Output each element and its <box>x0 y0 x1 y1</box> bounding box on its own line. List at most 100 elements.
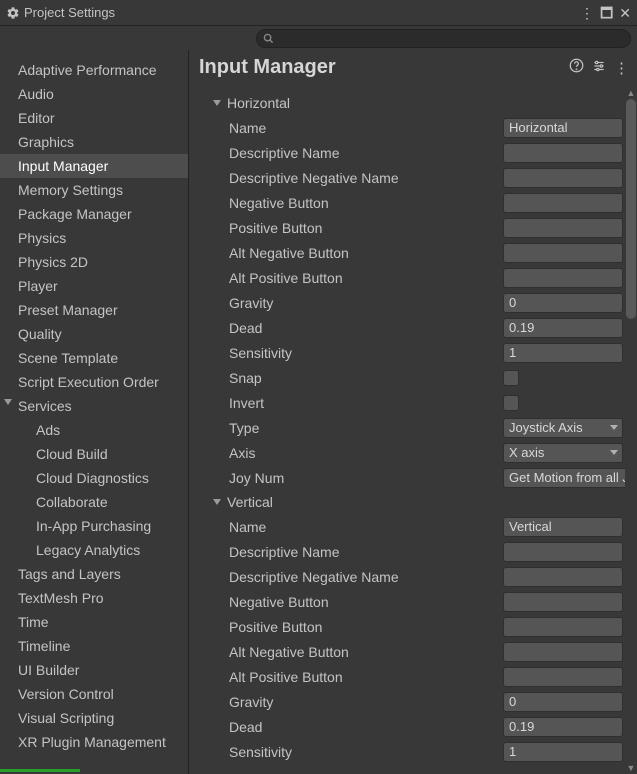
name-field[interactable] <box>503 118 623 138</box>
collapse-icon <box>213 499 221 505</box>
positive-button-field[interactable] <box>503 617 623 637</box>
sidebar-item-in-app-purchasing[interactable]: In-App Purchasing <box>0 514 188 538</box>
sidebar-item-label: TextMesh Pro <box>18 590 104 606</box>
sidebar-item-label: Tags and Layers <box>18 566 121 582</box>
sidebar-item-version-control[interactable]: Version Control <box>0 682 188 706</box>
sidebar-item-memory-settings[interactable]: Memory Settings <box>0 178 188 202</box>
scroll-down-icon[interactable]: ▼ <box>625 762 637 774</box>
sensitivity-field[interactable] <box>503 343 623 363</box>
sidebar-item-cloud-diagnostics[interactable]: Cloud Diagnostics <box>0 466 188 490</box>
sidebar-item-label: Version Control <box>18 686 114 702</box>
sidebar-item-label: UI Builder <box>18 662 79 678</box>
prop-label: Name <box>229 120 503 136</box>
sidebar-item-preset-manager[interactable]: Preset Manager <box>0 298 188 322</box>
sidebar-item-label: Editor <box>18 110 55 126</box>
prop-label: Snap <box>229 370 503 386</box>
maximize-icon[interactable]: 🗖 <box>600 6 613 20</box>
joynum-dropdown[interactable]: Get Motion from all Joysticks <box>503 468 637 488</box>
alt-negative-button-field[interactable] <box>503 642 623 662</box>
sidebar-item-label: In-App Purchasing <box>36 518 151 534</box>
sidebar-item-label: Time <box>18 614 49 630</box>
gravity-field[interactable] <box>503 293 623 313</box>
sidebar-item-editor[interactable]: Editor <box>0 106 188 130</box>
help-icon[interactable] <box>569 58 584 77</box>
axis-header-horizontal[interactable]: Horizontal <box>189 91 637 115</box>
invert-checkbox[interactable] <box>503 395 519 411</box>
positive-button-field[interactable] <box>503 218 623 238</box>
dead-field[interactable] <box>503 318 623 338</box>
sidebar-item-physics[interactable]: Physics <box>0 226 188 250</box>
kebab-icon[interactable]: ⋮ <box>580 6 594 20</box>
vertical-scrollbar[interactable]: ▲ ▼ <box>625 87 637 774</box>
name-field[interactable] <box>503 517 623 537</box>
prop-label: Alt Positive Button <box>229 669 503 685</box>
sidebar-item-script-execution-order[interactable]: Script Execution Order <box>0 370 188 394</box>
sidebar-item-ads[interactable]: Ads <box>0 418 188 442</box>
prop-label: Negative Button <box>229 195 503 211</box>
prop-label: Name <box>229 519 503 535</box>
sidebar-item-tags-and-layers[interactable]: Tags and Layers <box>0 562 188 586</box>
descriptive-negative-name-field[interactable] <box>503 168 623 188</box>
sidebar-item-label: Cloud Diagnostics <box>36 470 149 486</box>
descriptive-name-field[interactable] <box>503 542 623 562</box>
prop-label: Alt Negative Button <box>229 245 503 261</box>
preset-icon[interactable] <box>592 59 606 77</box>
sidebar-item-scene-template[interactable]: Scene Template <box>0 346 188 370</box>
sidebar-item-timeline[interactable]: Timeline <box>0 634 188 658</box>
sidebar-item-label: Adaptive Performance <box>18 62 157 78</box>
prop-label: Invert <box>229 395 503 411</box>
sidebar-item-label: Quality <box>18 326 62 342</box>
sidebar-item-audio[interactable]: Audio <box>0 82 188 106</box>
sidebar-item-time[interactable]: Time <box>0 610 188 634</box>
prop-label: Dead <box>229 320 503 336</box>
sidebar-item-label: Script Execution Order <box>18 374 159 390</box>
prop-label: Descriptive Negative Name <box>229 170 503 186</box>
chevron-down-icon <box>4 399 12 405</box>
scroll-up-icon[interactable]: ▲ <box>625 87 637 99</box>
sensitivity-field[interactable] <box>503 742 623 762</box>
sidebar-item-legacy-analytics[interactable]: Legacy Analytics <box>0 538 188 562</box>
dead-field[interactable] <box>503 717 623 737</box>
sidebar-item-physics-2d[interactable]: Physics 2D <box>0 250 188 274</box>
menu-icon[interactable]: ⋮ <box>614 59 629 77</box>
sidebar-item-xr-plugin-management[interactable]: XR Plugin Management <box>0 730 188 754</box>
sidebar-item-visual-scripting[interactable]: Visual Scripting <box>0 706 188 730</box>
axis-dropdown[interactable]: X axis <box>503 443 623 463</box>
negative-button-field[interactable] <box>503 193 623 213</box>
sidebar-item-cloud-build[interactable]: Cloud Build <box>0 442 188 466</box>
close-icon[interactable]: ✕ <box>619 6 631 20</box>
type-dropdown[interactable]: Joystick Axis <box>503 418 623 438</box>
sidebar-item-label: Ads <box>36 422 60 438</box>
sidebar-item-textmesh-pro[interactable]: TextMesh Pro <box>0 586 188 610</box>
descriptive-name-field[interactable] <box>503 143 623 163</box>
content-panel: Input Manager ⋮ Mouse ScrollWheel Horiz <box>189 50 637 774</box>
sidebar-item-collaborate[interactable]: Collaborate <box>0 490 188 514</box>
sidebar-item-quality[interactable]: Quality <box>0 322 188 346</box>
snap-checkbox[interactable] <box>503 370 519 386</box>
sidebar-item-ui-builder[interactable]: UI Builder <box>0 658 188 682</box>
sidebar-item-player[interactable]: Player <box>0 274 188 298</box>
prop-label: Gravity <box>229 295 503 311</box>
page-title: Input Manager <box>199 56 336 79</box>
sidebar-item-label: Preset Manager <box>18 302 118 318</box>
sidebar-item-adaptive-performance[interactable]: Adaptive Performance <box>0 58 188 82</box>
sidebar-item-graphics[interactable]: Graphics <box>0 130 188 154</box>
negative-button-field[interactable] <box>503 592 623 612</box>
sidebar-item-services[interactable]: Services <box>0 394 188 418</box>
alt-positive-button-field[interactable] <box>503 667 623 687</box>
scrollbar-thumb[interactable] <box>626 99 636 319</box>
sidebar-item-package-manager[interactable]: Package Manager <box>0 202 188 226</box>
descriptive-negative-name-field[interactable] <box>503 567 623 587</box>
search-input[interactable] <box>256 29 631 48</box>
collapse-icon <box>213 100 221 106</box>
sidebar-item-label: Graphics <box>18 134 74 150</box>
sidebar-item-label: Cloud Build <box>36 446 108 462</box>
sidebar-item-label: Package Manager <box>18 206 132 222</box>
axis-header-vertical[interactable]: Vertical <box>189 490 637 514</box>
sidebar-item-input-manager[interactable]: Input Manager <box>0 154 188 178</box>
prop-label: Descriptive Negative Name <box>229 569 503 585</box>
alt-negative-button-field[interactable] <box>503 243 623 263</box>
gravity-field[interactable] <box>503 692 623 712</box>
prop-label: Alt Negative Button <box>229 644 503 660</box>
alt-positive-button-field[interactable] <box>503 268 623 288</box>
